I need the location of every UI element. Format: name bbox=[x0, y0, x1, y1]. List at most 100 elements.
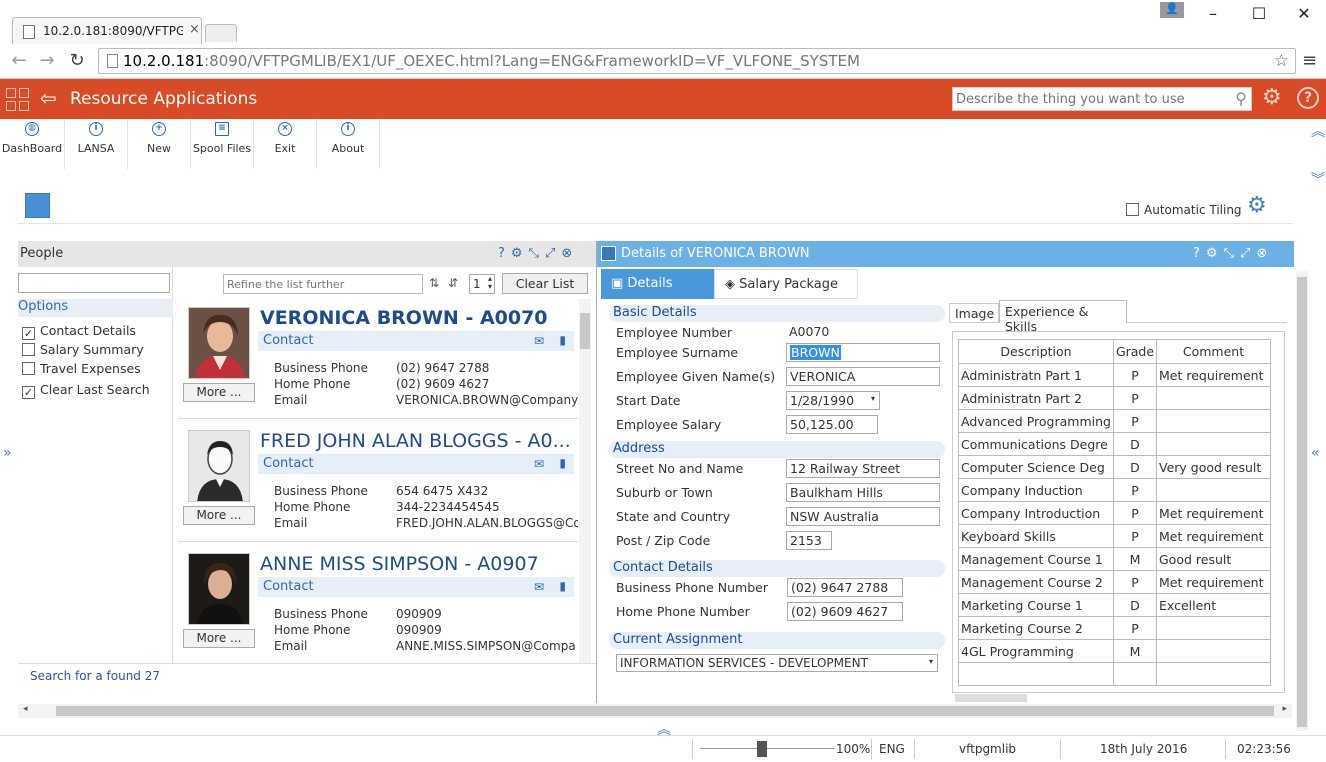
panel-header-icons[interactable]: ?⚙⤡⤢⊗ bbox=[1193, 246, 1273, 261]
workspace-gear-icon[interactable]: ⚙ bbox=[1247, 193, 1267, 218]
url-field[interactable]: 10.2.0.181:8090/VFTPGMLIB/EX1/UF_OEXEC.h… bbox=[98, 48, 1296, 74]
expand-right-panel-icon[interactable]: « bbox=[1311, 445, 1320, 461]
browser-menu-icon[interactable]: ≡ bbox=[1302, 50, 1317, 71]
people-list-scrollbar[interactable] bbox=[579, 299, 591, 663]
table-row[interactable]: 4GL Programming M bbox=[958, 639, 1271, 663]
close-window-icon[interactable]: ✕ bbox=[1289, 4, 1319, 23]
table-row[interactable]: Company Induction P bbox=[958, 478, 1271, 502]
scroll-left-icon[interactable]: ◂ bbox=[23, 704, 28, 714]
more-button[interactable]: More ... bbox=[183, 383, 255, 402]
refine-list-input[interactable] bbox=[223, 274, 423, 294]
column-header[interactable]: Comment bbox=[1156, 339, 1271, 364]
table-row[interactable]: Advanced Programming P bbox=[958, 409, 1271, 433]
tab-details[interactable]: ▣ Details bbox=[601, 269, 714, 299]
phone-icon[interactable]: ▮ bbox=[559, 333, 566, 347]
option-contact-details[interactable]: ✓ Contact Details bbox=[22, 323, 136, 340]
sort-descending-icon[interactable]: ⇵ bbox=[448, 276, 458, 290]
table-row[interactable]: Company Introduction P Met requirement bbox=[958, 501, 1271, 525]
mail-icon[interactable]: ✉ bbox=[534, 457, 544, 471]
zoom-slider-track[interactable] bbox=[700, 748, 834, 749]
toolbar-exit-button[interactable]: × Exit bbox=[254, 119, 317, 169]
street-field[interactable]: 12 Railway Street bbox=[786, 459, 940, 478]
start-date-picker[interactable]: 1/28/1990 ▾ bbox=[786, 391, 880, 410]
back-arrow-icon[interactable]: ⇦ bbox=[40, 86, 57, 110]
table-row[interactable]: Management Course 1 M Good result bbox=[958, 547, 1271, 571]
help-icon[interactable]: ? bbox=[1297, 87, 1319, 109]
sort-ascending-icon[interactable]: ⇅ bbox=[429, 276, 439, 290]
settings-gear-icon[interactable]: ⚙ bbox=[1262, 85, 1282, 110]
person-card[interactable]: More ... ANNE MISS SIMPSON - A0907 Conta… bbox=[178, 545, 578, 663]
column-header[interactable]: Description bbox=[958, 339, 1114, 364]
checkbox-checked[interactable]: ✓ bbox=[22, 327, 35, 340]
option-salary-summary[interactable]: Salary Summary bbox=[22, 342, 144, 357]
dropdown-arrow-icon[interactable]: ▾ bbox=[871, 394, 875, 403]
table-row[interactable]: Communications Degre D bbox=[958, 432, 1271, 456]
tab-image[interactable]: Image bbox=[949, 303, 999, 323]
table-scroll-thumb[interactable] bbox=[955, 694, 1027, 702]
more-button[interactable]: More ... bbox=[183, 629, 255, 648]
toolbar-lansa-button[interactable]: i LANSA bbox=[65, 119, 128, 169]
checkbox-checked[interactable]: ✓ bbox=[22, 386, 35, 399]
toolbar-new-button[interactable]: + New bbox=[128, 119, 191, 169]
minimize-icon[interactable]: – bbox=[1198, 4, 1228, 23]
phone-icon[interactable]: ▮ bbox=[559, 456, 566, 470]
zoom-slider-handle[interactable] bbox=[757, 741, 767, 757]
suburb-field[interactable]: Baulkham Hills bbox=[786, 483, 940, 502]
column-header[interactable]: Grade bbox=[1113, 339, 1157, 364]
close-tab-icon[interactable]: × bbox=[189, 22, 200, 37]
table-row[interactable]: Keyboard Skills P Met requirement bbox=[958, 524, 1271, 548]
more-button[interactable]: More ... bbox=[183, 506, 255, 525]
table-row[interactable]: Management Course 2 P Met requirement bbox=[958, 570, 1271, 594]
post-code-field[interactable]: 2153 bbox=[786, 531, 832, 550]
toolbar-dashboard-button[interactable]: ◍ DashBoard bbox=[0, 119, 65, 169]
scrollbar-thumb[interactable] bbox=[56, 706, 1274, 716]
tab-salary-package[interactable]: ◈ Salary Package bbox=[714, 269, 858, 299]
automatic-tiling-toggle[interactable]: Automatic Tiling bbox=[1126, 203, 1242, 217]
workspace-horizontal-scrollbar[interactable]: ◂ ▸ bbox=[18, 704, 1292, 718]
table-row[interactable]: Marketing Course 2P bbox=[958, 616, 1271, 640]
expand-left-panel-icon[interactable]: » bbox=[3, 445, 12, 461]
table-row[interactable]: Marketing Course 1 D Excellent bbox=[958, 593, 1271, 617]
collapse-up-icon[interactable]: ︽ bbox=[1311, 121, 1325, 141]
phone-icon[interactable]: ▮ bbox=[559, 579, 566, 593]
scroll-right-icon[interactable]: ▸ bbox=[1282, 704, 1287, 714]
person-name[interactable]: VERONICA BROWN - A0070 bbox=[260, 307, 578, 329]
mail-icon[interactable]: ✉ bbox=[534, 580, 544, 594]
clear-list-button[interactable]: Clear List bbox=[502, 273, 588, 294]
state-field[interactable]: NSW Australia bbox=[786, 507, 940, 526]
business-phone-field[interactable]: (02) 9647 2788 bbox=[787, 578, 903, 597]
mail-icon[interactable]: ✉ bbox=[534, 334, 544, 348]
forward-icon[interactable]: → bbox=[36, 50, 58, 71]
tab-experience-skills[interactable]: Experience & Skills bbox=[999, 300, 1127, 334]
search-icon[interactable]: ⚲ bbox=[1235, 89, 1247, 108]
reload-icon[interactable]: ↻ bbox=[66, 50, 88, 71]
employee-salary-field[interactable]: 50,125.00 bbox=[786, 415, 878, 434]
table-row[interactable]: Administratn Part 2P bbox=[958, 386, 1271, 410]
bookmark-star-icon[interactable]: ☆ bbox=[1274, 51, 1289, 71]
checkbox[interactable] bbox=[22, 362, 35, 375]
page-spinner[interactable]: 1 ▴ ▾ bbox=[469, 274, 495, 294]
option-travel-expenses[interactable]: Travel Expenses bbox=[22, 361, 141, 376]
people-search-input[interactable] bbox=[18, 273, 170, 293]
person-name[interactable]: FRED JOHN ALAN BLOGGS - A0... bbox=[260, 430, 578, 452]
new-tab-button[interactable] bbox=[205, 24, 237, 42]
scrollbar-thumb[interactable] bbox=[580, 313, 590, 349]
app-search-input[interactable] bbox=[953, 88, 1221, 110]
person-name[interactable]: ANNE MISS SIMPSON - A0907 bbox=[260, 553, 578, 575]
expand-down-icon[interactable]: ︾ bbox=[1311, 169, 1325, 189]
spinner-arrows-icon[interactable]: ▴ ▾ bbox=[488, 275, 492, 291]
assignment-dropdown[interactable]: INFORMATION SERVICES - DEVELOPMENT ▾ bbox=[616, 654, 938, 672]
back-icon[interactable]: ← bbox=[8, 50, 30, 71]
person-card[interactable]: More ... VERONICA BROWN - A0070 Contact ✉… bbox=[178, 299, 578, 419]
option-clear-last-search[interactable]: ✓ Clear Last Search bbox=[22, 382, 150, 399]
user-profile-icon[interactable]: 👤 bbox=[1160, 2, 1184, 18]
browser-tab[interactable]: 10.2.0.181:8090/VFTPGML × bbox=[12, 17, 202, 44]
employee-surname-field[interactable]: BROWN bbox=[786, 343, 940, 362]
person-avatar-icon[interactable] bbox=[25, 193, 50, 218]
checkbox[interactable] bbox=[22, 343, 35, 356]
table-row[interactable]: Administratn Part 1 P Met requirement bbox=[958, 363, 1271, 387]
home-phone-field[interactable]: (02) 9609 4627 bbox=[787, 602, 903, 621]
person-card[interactable]: More ... FRED JOHN ALAN BLOGGS - A0... C… bbox=[178, 422, 578, 542]
table-row[interactable]: Computer Science Deg D Very good result bbox=[958, 455, 1271, 479]
automatic-tiling-checkbox[interactable] bbox=[1126, 203, 1139, 216]
